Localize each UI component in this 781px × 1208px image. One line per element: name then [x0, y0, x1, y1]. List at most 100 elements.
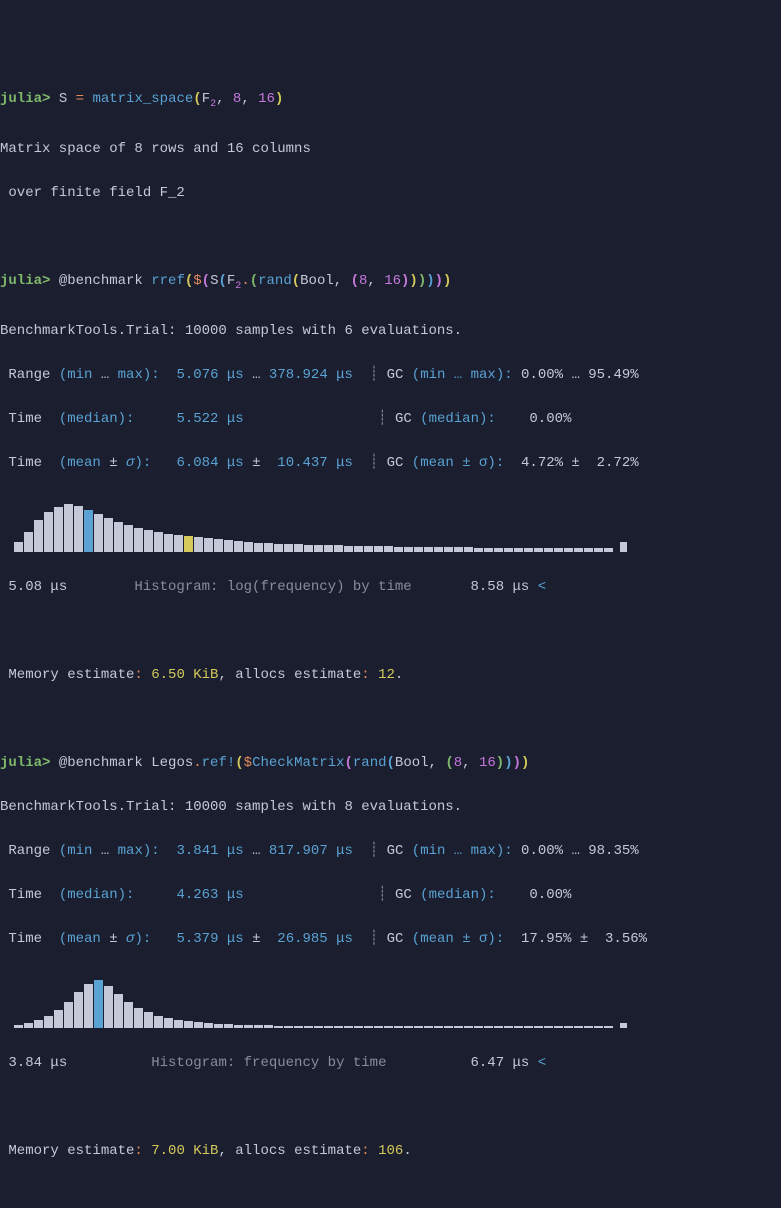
histogram-bar	[364, 546, 373, 552]
bench2-histogram	[0, 980, 781, 1028]
histogram-bar	[84, 510, 93, 552]
histogram-bar	[354, 1026, 363, 1028]
histogram-bar	[284, 1026, 293, 1028]
histogram-bar	[484, 1026, 493, 1028]
histogram-bar	[444, 1026, 453, 1028]
histogram-bar	[504, 548, 513, 552]
histogram-bar	[374, 546, 383, 552]
histogram-bar	[204, 1023, 213, 1028]
histogram-bar	[274, 544, 283, 552]
histogram-bar	[504, 1026, 513, 1028]
histogram-bar	[44, 512, 53, 552]
histogram-bar	[604, 548, 613, 552]
bench2-header: BenchmarkTools.Trial: 10000 samples with…	[0, 796, 781, 818]
histogram-bar	[464, 547, 473, 552]
histogram-bar	[494, 548, 503, 552]
histogram-bar	[304, 1026, 313, 1028]
histogram-bar	[564, 1026, 573, 1028]
histogram-bar	[44, 1016, 53, 1028]
bench2-mean: Time (mean ± σ): 5.379 μs ± 26.985 μs ┊ …	[0, 928, 781, 950]
histogram-bar	[334, 545, 343, 552]
histogram-bar	[434, 547, 443, 552]
histogram-bar	[394, 1026, 403, 1028]
histogram-bar	[34, 1020, 43, 1028]
histogram-bar	[374, 1026, 383, 1028]
bench2-axis: 3.84 μs Histogram: frequency by time 6.4…	[0, 1052, 781, 1074]
output-line-1: Matrix space of 8 rows and 16 columns	[0, 138, 781, 160]
histogram-bar	[584, 548, 593, 552]
histogram-bar	[104, 986, 113, 1028]
histogram-bar	[164, 1018, 173, 1028]
histogram-bar	[214, 539, 223, 552]
histogram-bar	[534, 1026, 543, 1028]
histogram-bar	[224, 1024, 233, 1028]
histogram-bar	[104, 518, 113, 552]
histogram-bar	[214, 1024, 223, 1028]
histogram-bar	[54, 1010, 63, 1028]
histogram-bar	[134, 1008, 143, 1028]
histogram-bar	[594, 1026, 603, 1028]
bench1-median: Time (median): 5.522 μs ┊ GC (median): 0…	[0, 408, 781, 430]
histogram-bar	[454, 547, 463, 552]
histogram-bar	[574, 548, 583, 552]
histogram-bar	[34, 520, 43, 552]
repl-line-1: julia> S = matrix_space(F2, 8, 16)	[0, 88, 781, 116]
histogram-bar	[14, 1025, 23, 1028]
histogram-bar	[184, 536, 193, 552]
histogram-bar	[14, 542, 23, 552]
histogram-bar	[64, 1002, 73, 1028]
histogram-bar	[234, 1025, 243, 1028]
histogram-bar	[304, 545, 313, 552]
histogram-bar	[564, 548, 573, 552]
histogram-bar	[194, 537, 203, 552]
histogram-bar	[404, 547, 413, 552]
histogram-bar	[544, 548, 553, 552]
histogram-bar	[154, 532, 163, 552]
histogram-bar	[74, 992, 83, 1028]
histogram-bar	[394, 547, 403, 552]
repl-line-3: julia> @benchmark Legos.ref!($CheckMatri…	[0, 752, 781, 774]
bench1-axis: 5.08 μs Histogram: log(frequency) by tim…	[0, 576, 781, 598]
julia-prompt: julia>	[0, 91, 50, 107]
histogram-bar	[24, 1023, 33, 1028]
histogram-bar	[534, 548, 543, 552]
histogram-bar	[224, 540, 233, 552]
bench1-header: BenchmarkTools.Trial: 10000 samples with…	[0, 320, 781, 342]
histogram-tail-bar	[620, 542, 627, 552]
histogram-bar	[94, 514, 103, 552]
histogram-bar	[364, 1026, 373, 1028]
histogram-bar	[244, 542, 253, 552]
histogram-bar	[434, 1026, 443, 1028]
histogram-bar	[584, 1026, 593, 1028]
histogram-bar	[544, 1026, 553, 1028]
histogram-bar	[244, 1025, 253, 1028]
histogram-bar	[264, 1025, 273, 1028]
histogram-bar	[424, 1026, 433, 1028]
histogram-bar	[414, 547, 423, 552]
histogram-bar	[404, 1026, 413, 1028]
histogram-bar	[114, 994, 123, 1028]
histogram-bar	[274, 1026, 283, 1028]
histogram-bar	[324, 545, 333, 552]
histogram-bar	[174, 535, 183, 552]
histogram-bar	[124, 525, 133, 552]
histogram-bar	[464, 1026, 473, 1028]
histogram-bar	[424, 547, 433, 552]
histogram-bar	[474, 1026, 483, 1028]
histogram-bar	[554, 548, 563, 552]
histogram-bar	[264, 543, 273, 552]
bench2-range: Range (min … max): 3.841 μs … 817.907 μs…	[0, 840, 781, 862]
histogram-bar	[194, 1022, 203, 1028]
histogram-tail-bar	[620, 1023, 627, 1028]
histogram-bar	[454, 1026, 463, 1028]
histogram-bar	[114, 522, 123, 552]
output-line-2: over finite field F_2	[0, 182, 781, 204]
histogram-bar	[324, 1026, 333, 1028]
histogram-bar	[164, 534, 173, 552]
histogram-bar	[294, 544, 303, 552]
bench1-mean: Time (mean ± σ): 6.084 μs ± 10.437 μs ┊ …	[0, 452, 781, 474]
histogram-bar	[384, 1026, 393, 1028]
histogram-bar	[444, 547, 453, 552]
histogram-bar	[594, 548, 603, 552]
histogram-bar	[574, 1026, 583, 1028]
